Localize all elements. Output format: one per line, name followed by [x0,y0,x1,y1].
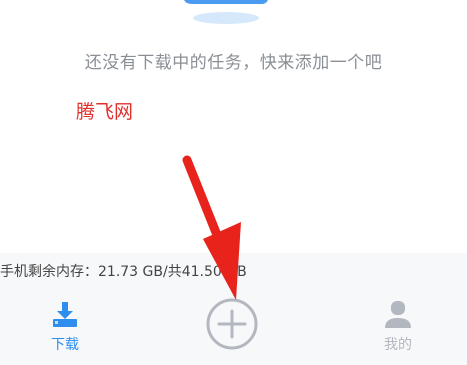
tab-download[interactable]: 下载 [10,286,120,365]
download-icon [53,302,77,327]
user-icon [385,301,411,328]
plus-circle-icon [206,298,258,350]
tab-download-label: 下载 [51,337,79,353]
tab-mine[interactable]: 我的 [343,286,453,365]
empty-state-message: 还没有下载中的任务，快来添加一个吧 [84,53,383,73]
empty-state-illustration [184,0,268,24]
storage-info-text: 手机剩余内存：21.73 GB/共41.50 GB [0,264,247,280]
add-task-button[interactable] [205,297,259,351]
tab-mine-label: 我的 [384,337,412,353]
storage-info-bar: 手机剩余内存：21.73 GB/共41.50 GB [0,253,467,286]
watermark-text: 腾飞网 [76,101,134,123]
